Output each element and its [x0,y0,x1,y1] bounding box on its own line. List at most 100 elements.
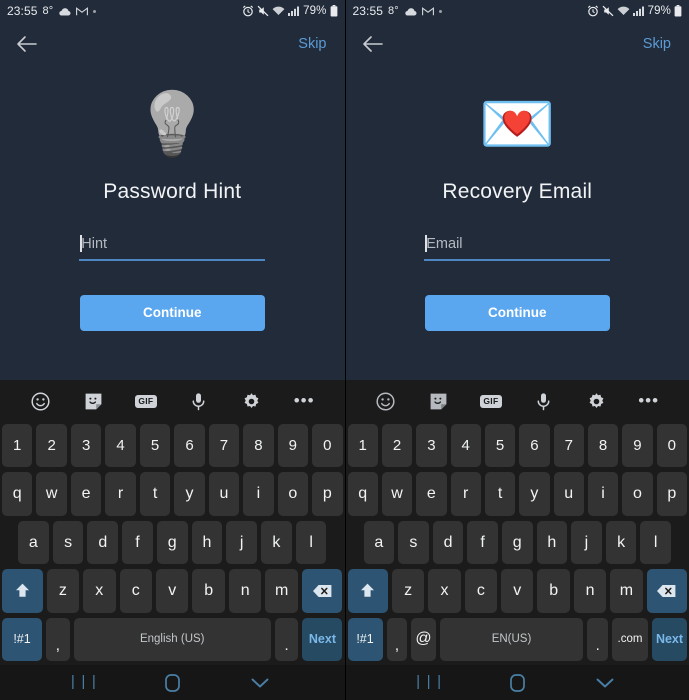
more-options-icon[interactable]: ••• [635,388,663,416]
key-b[interactable]: b [537,569,570,613]
period-key[interactable]: . [274,617,299,662]
key-2[interactable]: 2 [36,424,67,468]
continue-button[interactable]: Continue [424,294,610,331]
key-5[interactable]: 5 [139,424,171,468]
key-2[interactable]: 2 [381,424,413,468]
key-u[interactable]: u [553,472,584,516]
key-h[interactable]: h [536,520,568,565]
key-9[interactable]: 9 [277,424,309,468]
symbols-key[interactable]: !#1 [347,617,383,662]
key-u[interactable]: u [208,472,240,516]
continue-button[interactable]: Continue [79,294,265,331]
key-a[interactable]: a [18,520,49,565]
key-d[interactable]: d [87,520,119,565]
key-6[interactable]: 6 [174,424,205,468]
gif-icon[interactable]: GIF [132,388,160,416]
sticker-icon[interactable] [79,388,107,416]
key-s[interactable]: s [398,520,429,565]
key-k[interactable]: k [261,520,292,565]
key-7[interactable]: 7 [553,424,584,468]
more-options-icon[interactable]: ••• [290,388,318,416]
symbols-key[interactable]: !#1 [2,617,43,662]
key-f[interactable]: f [467,520,498,565]
key-l[interactable]: l [640,520,671,565]
home-icon[interactable] [497,671,537,695]
key-c[interactable]: c [464,569,498,613]
key-q[interactable]: q [347,472,378,516]
key-n[interactable]: n [228,569,262,613]
key-w[interactable]: w [381,472,413,516]
key-g[interactable]: g [156,520,188,565]
key-g[interactable]: g [501,520,533,565]
settings-gear-icon[interactable] [582,388,610,416]
key-y[interactable]: y [174,472,205,516]
key-x[interactable]: x [428,569,461,613]
key-j[interactable]: j [571,520,602,565]
key-o[interactable]: o [622,472,653,516]
key-w[interactable]: w [36,472,67,516]
key-j[interactable]: j [226,520,258,565]
key-n[interactable]: n [573,569,607,613]
key-5[interactable]: 5 [484,424,516,468]
key-8[interactable]: 8 [587,424,619,468]
skip-button[interactable]: Skip [294,32,330,56]
key-l[interactable]: l [295,520,327,565]
period-key[interactable]: . [587,617,609,662]
space-key[interactable]: EN(US) [439,617,584,662]
settings-gear-icon[interactable] [237,388,265,416]
recents-icon[interactable]: ||| [409,671,449,695]
key-p[interactable]: p [312,472,343,516]
comma-key[interactable]: , [386,617,408,662]
comma-key[interactable]: , [46,617,70,662]
key-z[interactable]: z [391,569,425,613]
gif-icon[interactable]: GIF [477,388,505,416]
key-z[interactable]: z [46,569,80,613]
recents-icon[interactable]: ||| [64,671,104,695]
home-icon[interactable] [152,671,192,695]
key-e[interactable]: e [416,472,447,516]
key-m[interactable]: m [610,569,643,613]
key-h[interactable]: h [191,520,223,565]
skip-button[interactable]: Skip [639,32,675,56]
key-9[interactable]: 9 [622,424,653,468]
dotcom-key[interactable]: .com [612,617,648,662]
key-v[interactable]: v [156,569,189,613]
sticker-icon[interactable] [424,388,452,416]
key-b[interactable]: b [192,569,225,613]
key-r[interactable]: r [105,472,136,516]
key-t[interactable]: t [139,472,171,516]
key-q[interactable]: q [2,472,33,516]
key-8[interactable]: 8 [243,424,274,468]
key-7[interactable]: 7 [208,424,240,468]
key-0[interactable]: 0 [656,424,687,468]
key-3[interactable]: 3 [70,424,102,468]
key-a[interactable]: a [363,520,395,565]
at-key[interactable]: @ [411,617,436,662]
key-t[interactable]: t [484,472,516,516]
microphone-icon[interactable] [530,388,558,416]
key-c[interactable]: c [119,569,152,613]
key-4[interactable]: 4 [450,424,481,468]
shift-key[interactable] [347,569,388,613]
key-f[interactable]: f [122,520,153,565]
enter-next-key[interactable]: Next [651,617,688,662]
key-d[interactable]: d [432,520,464,565]
key-1[interactable]: 1 [2,424,33,468]
key-3[interactable]: 3 [416,424,447,468]
key-o[interactable]: o [277,472,309,516]
key-1[interactable]: 1 [347,424,378,468]
back-button[interactable] [360,31,386,57]
key-m[interactable]: m [265,569,298,613]
key-y[interactable]: y [519,472,550,516]
backspace-key[interactable] [646,569,688,613]
back-button[interactable] [14,31,40,57]
key-p[interactable]: p [656,472,687,516]
key-4[interactable]: 4 [105,424,136,468]
key-v[interactable]: v [501,569,534,613]
key-k[interactable]: k [605,520,637,565]
microphone-icon[interactable] [185,388,213,416]
backspace-key[interactable] [301,569,343,613]
space-key[interactable]: English (US) [73,617,271,662]
key-x[interactable]: x [83,569,116,613]
emoji-icon[interactable] [372,388,400,416]
